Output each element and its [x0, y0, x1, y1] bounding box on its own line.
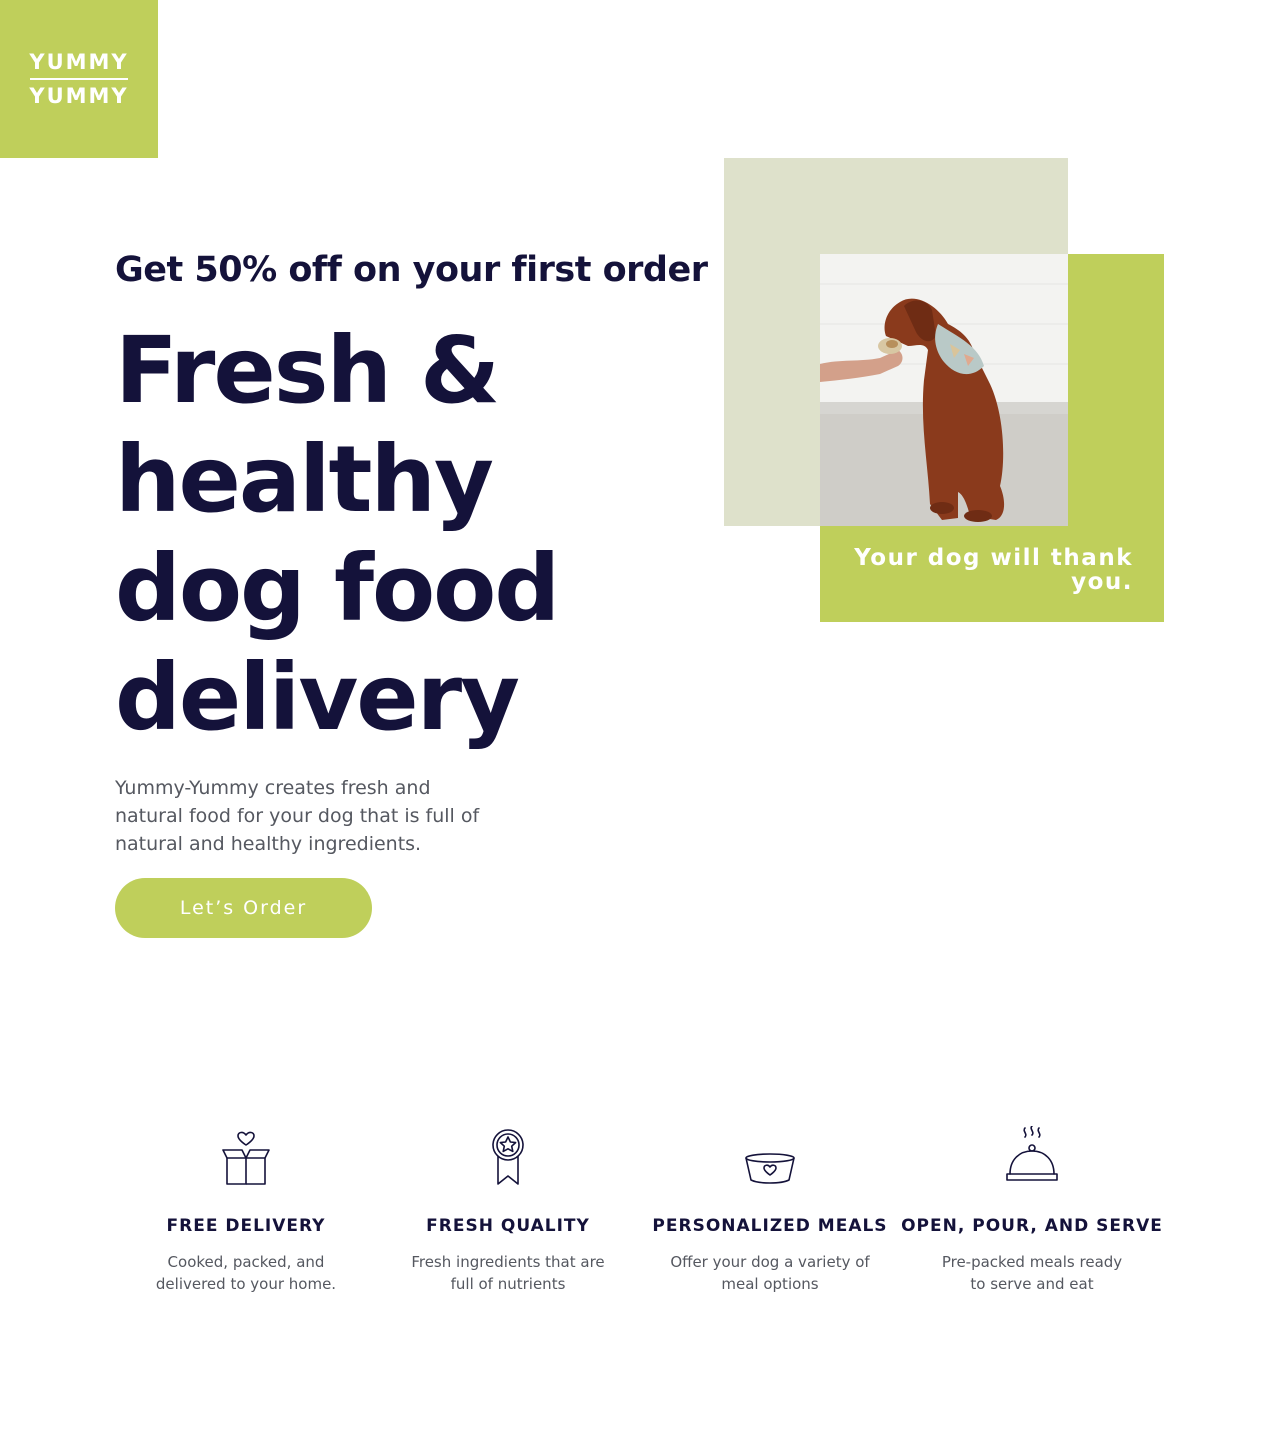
- promo-heading: Get 50% off on your first order: [115, 250, 708, 290]
- dog-photo: [820, 254, 1068, 526]
- feature-description: Fresh ingredients that are full of nutri…: [411, 1253, 605, 1293]
- feature-item: OPEN, POUR, AND SERVE Pre-packed meals r…: [901, 1122, 1163, 1295]
- logo-text-line-1: YUMMY: [29, 50, 129, 74]
- feature-item: FRESH QUALITY Fresh ingredients that are…: [377, 1122, 639, 1295]
- feature-description: Pre-packed meals ready to serve and eat: [941, 1253, 1123, 1293]
- hero-description: Yummy-Yummy creates fresh and natural fo…: [115, 777, 480, 855]
- feature-title: FREE DELIVERY: [166, 1216, 326, 1236]
- award-ribbon-star-icon: [490, 1122, 526, 1186]
- serving-cloche-icon: [1005, 1122, 1059, 1186]
- hero-headline: Fresh & healthy dog food delivery: [115, 317, 560, 751]
- site-logo[interactable]: YUMMY YUMMY: [0, 0, 158, 158]
- feature-title: OPEN, POUR, AND SERVE: [901, 1216, 1163, 1236]
- features-section: FREE DELIVERY Cooked, packed, and delive…: [115, 1122, 1165, 1295]
- feature-title: PERSONALIZED MEALS: [652, 1216, 888, 1236]
- feature-item: PERSONALIZED MEALS Offer your dog a vari…: [639, 1122, 901, 1295]
- photo-caption: Your dog will thank you.: [854, 545, 1133, 595]
- gift-box-heart-icon: [222, 1122, 270, 1186]
- feature-title: FRESH QUALITY: [426, 1216, 590, 1236]
- feature-description: Offer your dog a variety of meal options: [670, 1253, 870, 1293]
- logo-text-line-2: YUMMY: [29, 84, 129, 108]
- feature-description: Cooked, packed, and delivered to your ho…: [155, 1253, 337, 1293]
- lets-order-button[interactable]: Let’s Order: [115, 878, 372, 938]
- feature-item: FREE DELIVERY Cooked, packed, and delive…: [115, 1122, 377, 1295]
- logo-divider: [30, 78, 128, 80]
- dog-bowl-heart-icon: [743, 1122, 797, 1186]
